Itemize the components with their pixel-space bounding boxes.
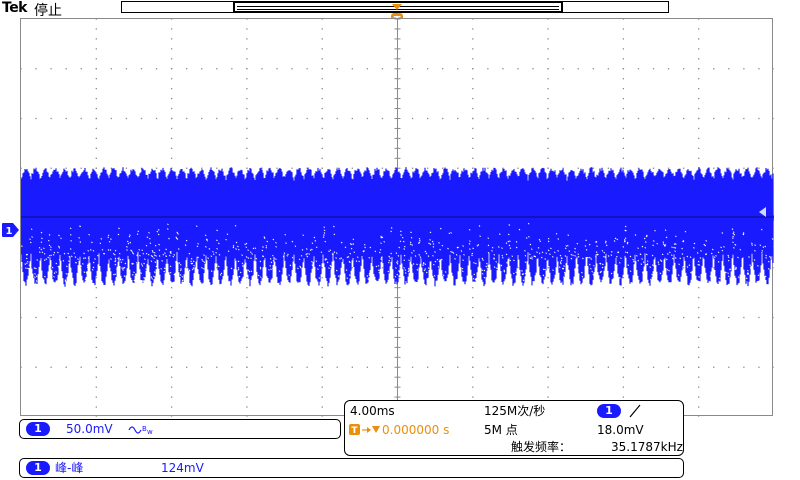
oscilloscope-screen: Tek 停止 T 1 1 50.0mV B w 4.00ms 125M次/秒 1 bbox=[0, 0, 800, 480]
brand-logo: Tek bbox=[2, 0, 28, 16]
record-length: 5M 点 bbox=[484, 423, 518, 437]
measurement-value: 124mV bbox=[161, 461, 204, 475]
bandwidth-limit-icon: B w bbox=[128, 425, 153, 435]
channel1-scale-readout[interactable]: 1 50.0mV B w bbox=[19, 419, 341, 439]
time-per-division: 4.00ms bbox=[350, 404, 395, 418]
channel1-waveform bbox=[21, 167, 774, 287]
channel1-ground-marker[interactable]: 1 bbox=[1, 222, 21, 238]
trigger-position-icon: T bbox=[349, 424, 380, 436]
trigger-position-value: 0.000000 s bbox=[382, 423, 450, 437]
measurement-name: 峰-峰 bbox=[55, 461, 84, 475]
channel1-trace-band bbox=[21, 167, 774, 287]
acquisition-state: 停止 bbox=[34, 3, 62, 19]
rising-edge-icon bbox=[629, 404, 641, 418]
trigger-frequency-label: 触发频率： bbox=[511, 440, 572, 454]
trigger-source-badge: 1 bbox=[597, 404, 621, 418]
trigger-level: 18.0mV bbox=[597, 423, 644, 437]
channel1-badge: 1 bbox=[26, 422, 50, 436]
measurement-channel-badge: 1 bbox=[26, 461, 50, 475]
svg-text:w: w bbox=[147, 428, 153, 435]
svg-text:T: T bbox=[351, 426, 358, 436]
trigger-level-marker[interactable] bbox=[757, 206, 767, 218]
waveform-graticule[interactable] bbox=[20, 18, 774, 417]
trigger-frequency-value: 35.1787kHz bbox=[611, 440, 683, 454]
measurement-readout[interactable]: 1 峰-峰 124mV bbox=[19, 458, 684, 478]
svg-text:1: 1 bbox=[6, 226, 13, 237]
sample-rate: 125M次/秒 bbox=[484, 404, 546, 418]
channel1-volts-per-div: 50.0mV bbox=[66, 422, 113, 436]
horizontal-trigger-readout[interactable]: 4.00ms 125M次/秒 1 T 0.000000 s 5M 点 18.0m… bbox=[344, 400, 684, 456]
